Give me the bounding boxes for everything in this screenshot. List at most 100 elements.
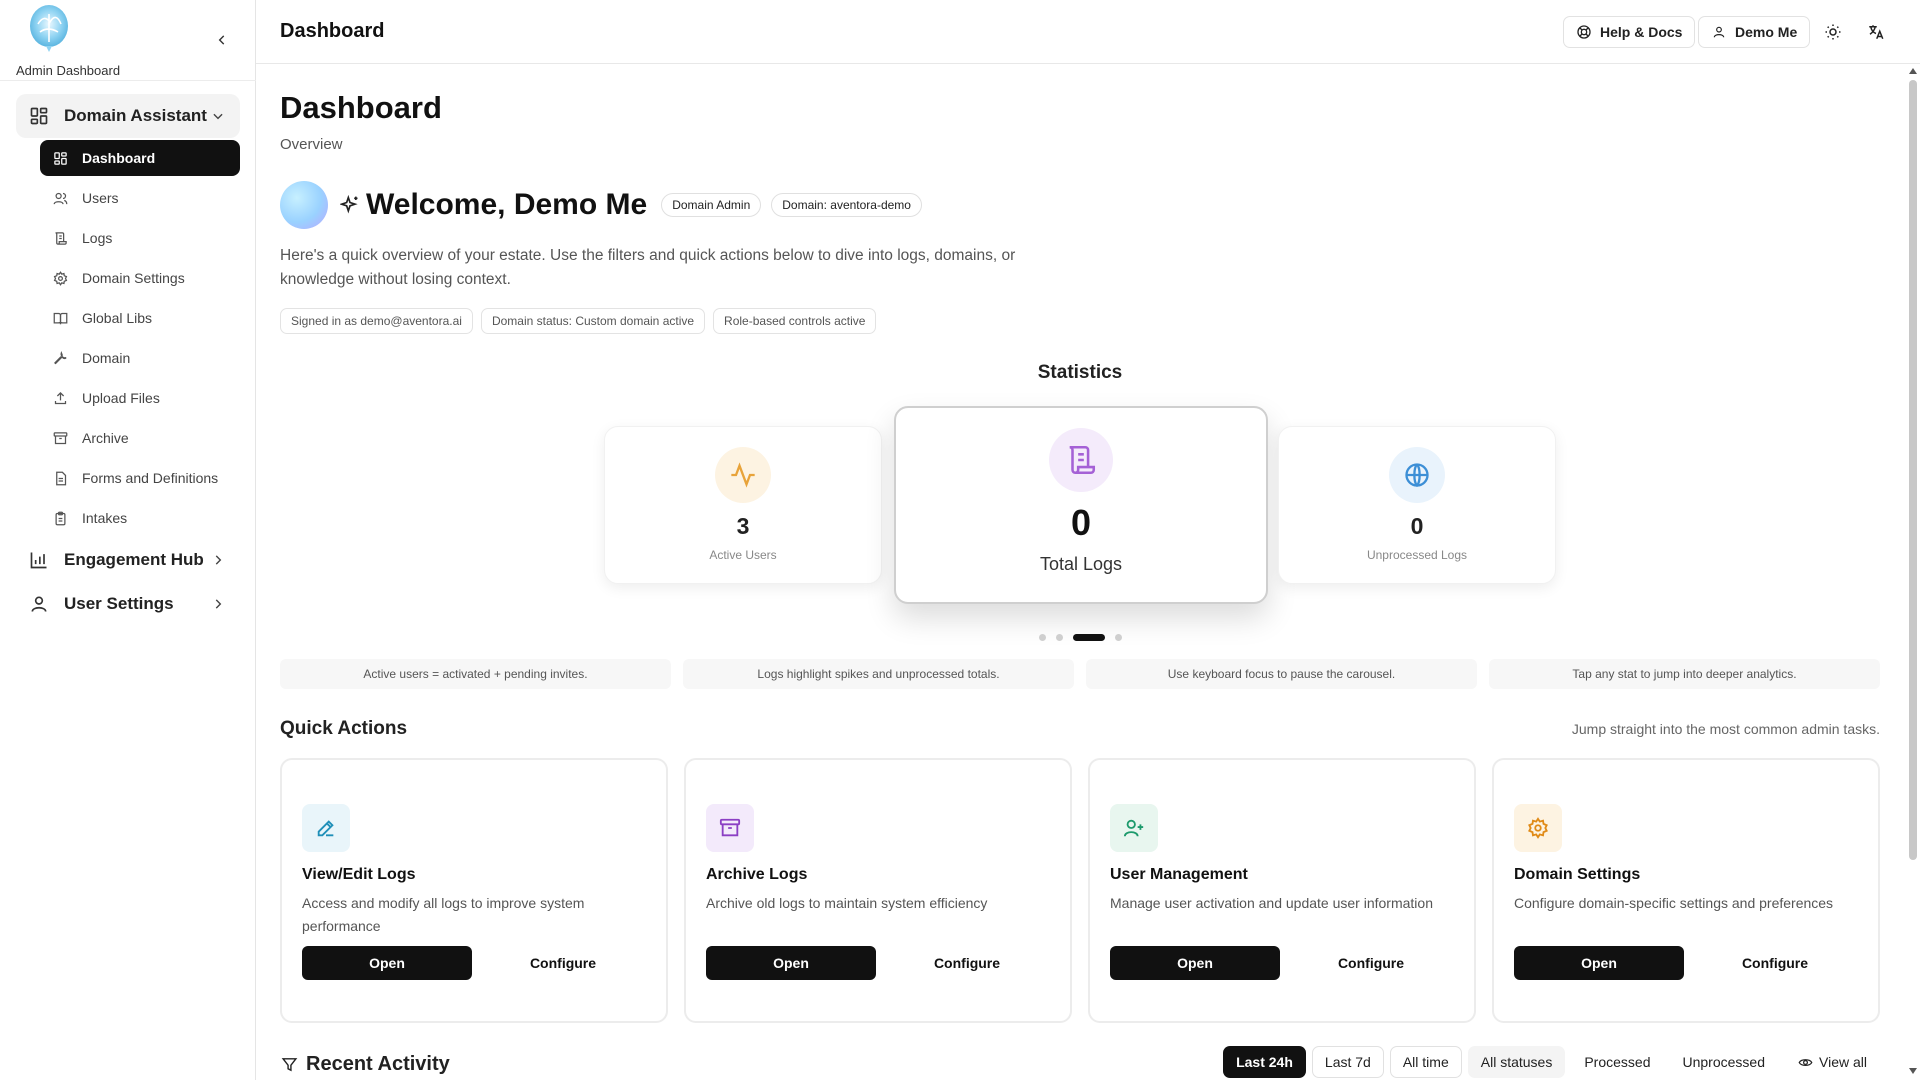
filter-unprocessed[interactable]: Unprocessed	[1670, 1046, 1779, 1078]
qa-name: User Management	[1110, 866, 1248, 883]
stat-label: Total Logs	[1039, 554, 1123, 574]
page-scrollbar[interactable]	[1906, 64, 1920, 1080]
sidebar-group-label: Engagement Hub	[64, 550, 204, 569]
sidebar-divider	[0, 80, 256, 81]
stat-label: Unprocessed Logs	[1366, 548, 1468, 562]
scroll-up-arrow[interactable]	[1909, 68, 1917, 74]
filter-last-7d[interactable]: Last 7d	[1311, 1046, 1384, 1078]
sparkle-icon	[340, 195, 360, 215]
clipboard-icon	[52, 510, 68, 526]
open-button[interactable]: Open	[1110, 946, 1280, 980]
quick-action-card-domain-settings: Domain Settings Configure domain-specifi…	[1492, 758, 1880, 1023]
carousel-dot[interactable]	[1055, 634, 1063, 641]
collapse-sidebar-button[interactable]	[210, 28, 234, 52]
sidebar-item-label: Logs	[82, 230, 113, 246]
page-title: Dashboard	[280, 90, 442, 125]
quick-actions-grid: View/Edit Logs Access and modify all log…	[280, 758, 1880, 1023]
avatar[interactable]	[280, 181, 328, 229]
language-button[interactable]	[1864, 20, 1888, 44]
brand[interactable]: Admin Dashboard	[14, 0, 134, 80]
qa-description: Configure domain-specific settings and p…	[1514, 895, 1834, 911]
sidebar-item-domain-settings[interactable]: Domain Settings	[40, 260, 240, 296]
configure-button[interactable]: Configure	[1286, 946, 1456, 980]
sidebar-item-label: Global Libs	[82, 310, 153, 326]
stats-tip: Tap any stat to jump into deeper analyti…	[1489, 659, 1880, 689]
sidebar-item-label: Upload Files	[82, 390, 160, 406]
carousel-dot[interactable]	[1114, 634, 1122, 641]
qa-description: Access and modify all logs to improve sy…	[302, 895, 585, 934]
open-button[interactable]: Open	[302, 946, 472, 980]
qa-name: Archive Logs	[706, 866, 808, 883]
help-docs-button[interactable]: Help & Docs	[1563, 16, 1696, 48]
stat-value: 3	[736, 513, 750, 539]
globe-icon	[1405, 463, 1429, 488]
grid-icon	[28, 105, 50, 127]
sidebar-item-upload-files[interactable]: Upload Files	[40, 380, 240, 416]
sidebar: Admin Dashboard Domain Assistant Dashboa…	[0, 0, 256, 1080]
open-button[interactable]: Open	[706, 946, 876, 980]
archive-icon	[719, 818, 741, 837]
scroll-down-arrow[interactable]	[1909, 1068, 1917, 1074]
quick-action-card-user-management: User Management Manage user activation a…	[1088, 758, 1476, 1023]
filter-all-time[interactable]: All time	[1389, 1046, 1462, 1078]
lifebuoy-icon	[1576, 24, 1592, 40]
statistics-title: Statistics	[1037, 362, 1123, 383]
archive-icon	[52, 430, 68, 446]
sidebar-item-intakes[interactable]: Intakes	[40, 500, 240, 536]
sidebar-item-dashboard[interactable]: Dashboard	[40, 140, 240, 176]
configure-button[interactable]: Configure	[478, 946, 648, 980]
carousel-dot[interactable]	[1038, 634, 1046, 641]
sidebar-group-engagement-hub[interactable]: Engagement Hub	[16, 538, 240, 582]
sidebar-item-logs[interactable]: Logs	[40, 220, 240, 256]
scroll-thumb[interactable]	[1909, 80, 1917, 860]
scroll-icon	[1069, 445, 1096, 475]
stat-icon-wrap	[1049, 428, 1113, 492]
sidebar-item-forms-and-definitions[interactable]: Forms and Definitions	[40, 460, 240, 496]
sidebar-item-users[interactable]: Users	[40, 180, 240, 216]
recent-activity-label: Recent Activity	[306, 1052, 450, 1075]
qa-icon-wrap	[1110, 804, 1158, 852]
file-icon	[52, 470, 68, 486]
theme-toggle-button[interactable]	[1821, 20, 1845, 44]
chevron-left-icon	[218, 35, 225, 45]
domain-badge: Domain: aventora-demo	[771, 193, 922, 217]
stat-card-active-users[interactable]: 3 Active Users	[604, 426, 882, 584]
configure-button[interactable]: Configure	[1690, 946, 1860, 980]
sidebar-item-label: Forms and Definitions	[82, 470, 219, 486]
stat-icon-wrap	[715, 447, 771, 503]
filter-last-24h[interactable]: Last 24h	[1223, 1046, 1306, 1078]
carousel-dot-active[interactable]	[1072, 634, 1105, 641]
stat-value: 0	[1410, 513, 1424, 539]
user-menu-label: Demo Me	[1735, 24, 1798, 40]
stat-card-total-logs[interactable]: 0 Total Logs	[894, 406, 1268, 604]
filter-icon	[280, 1055, 298, 1073]
info-chips: Signed in as demo@aventora.ai Domain sta…	[280, 308, 884, 334]
user-icon	[1711, 24, 1727, 40]
user-menu-button[interactable]: Demo Me	[1698, 16, 1811, 48]
qa-description: Archive old logs to maintain system effi…	[706, 895, 988, 911]
sidebar-item-global-libs[interactable]: Global Libs	[40, 300, 240, 336]
sidebar-item-label: Domain Settings	[82, 270, 185, 286]
upload-icon	[52, 390, 68, 406]
quick-actions-title: Quick Actions	[280, 718, 408, 739]
sidebar-item-domain[interactable]: Domain	[40, 340, 240, 376]
header-title: Dashboard	[280, 20, 385, 42]
sidebar-group-domain-assistant[interactable]: Domain Assistant	[16, 94, 240, 138]
qa-icon-wrap	[706, 804, 754, 852]
chevron-right-icon	[208, 594, 228, 614]
quick-action-card-archive-logs: Archive Logs Archive old logs to maintai…	[684, 758, 1072, 1023]
configure-button[interactable]: Configure	[882, 946, 1052, 980]
open-button[interactable]: Open	[1514, 946, 1684, 980]
user-plus-icon	[1123, 819, 1144, 837]
stats-tip: Use keyboard focus to pause the carousel…	[1086, 659, 1477, 689]
sidebar-item-archive[interactable]: Archive	[40, 420, 240, 456]
filter-processed[interactable]: Processed	[1571, 1046, 1663, 1078]
stat-card-unprocessed-logs[interactable]: 0 Unprocessed Logs	[1278, 426, 1556, 584]
book-icon	[52, 310, 68, 326]
stats-tips: Active users = activated + pending invit…	[280, 659, 1880, 689]
view-all-button[interactable]: View all	[1784, 1046, 1880, 1078]
sidebar-item-label: Archive	[82, 430, 129, 446]
filter-all-statuses[interactable]: All statuses	[1467, 1046, 1566, 1078]
gear-icon	[52, 270, 68, 286]
sidebar-group-user-settings[interactable]: User Settings	[16, 582, 240, 626]
